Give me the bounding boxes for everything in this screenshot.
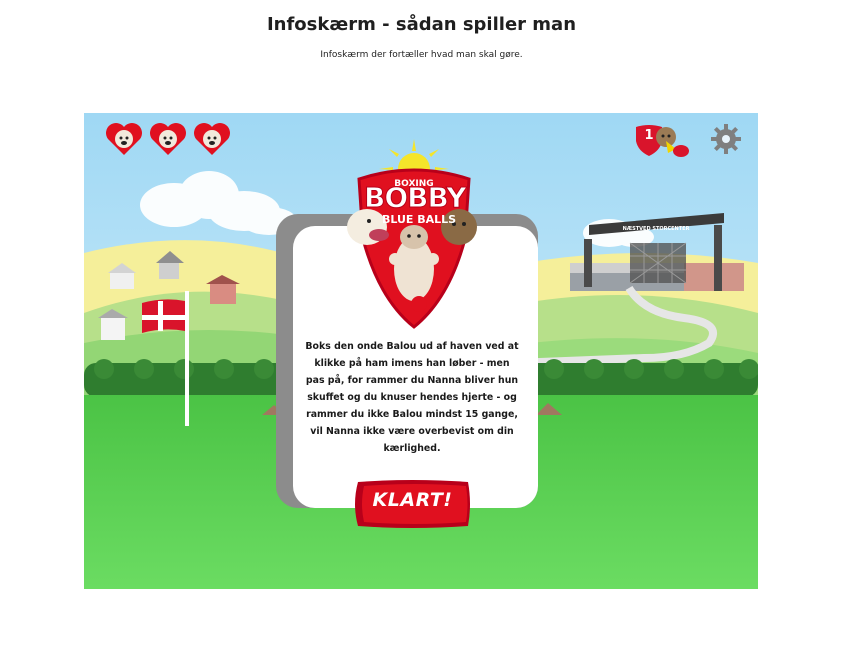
life-heart-icon <box>106 123 142 155</box>
gear-icon[interactable] <box>710 123 742 155</box>
game-screen: NÆSTVED STORCENTER 1 Boks den onde Balou… <box>84 113 758 589</box>
logo-blueballs-text: BLUE BALLS <box>381 213 457 226</box>
sign-text: NÆSTVED STORCENTER <box>623 226 690 232</box>
life-heart-icon <box>150 123 186 155</box>
boxing-dog-icon <box>656 127 689 157</box>
page-title: Infoskærm - sådan spiller man <box>266 14 577 35</box>
instructions-text: Boks den onde Balou ud af haven ved at k… <box>305 341 519 454</box>
life-heart-icon <box>194 123 230 155</box>
game-logo <box>347 139 477 329</box>
logo-bobby-text: BOBBY <box>364 181 468 215</box>
page-subtitle: Infoskærm der fortæller hvad man skal gø… <box>320 50 523 60</box>
klart-button[interactable]: KLART! <box>352 478 473 530</box>
klart-label: KLART! <box>372 489 453 511</box>
